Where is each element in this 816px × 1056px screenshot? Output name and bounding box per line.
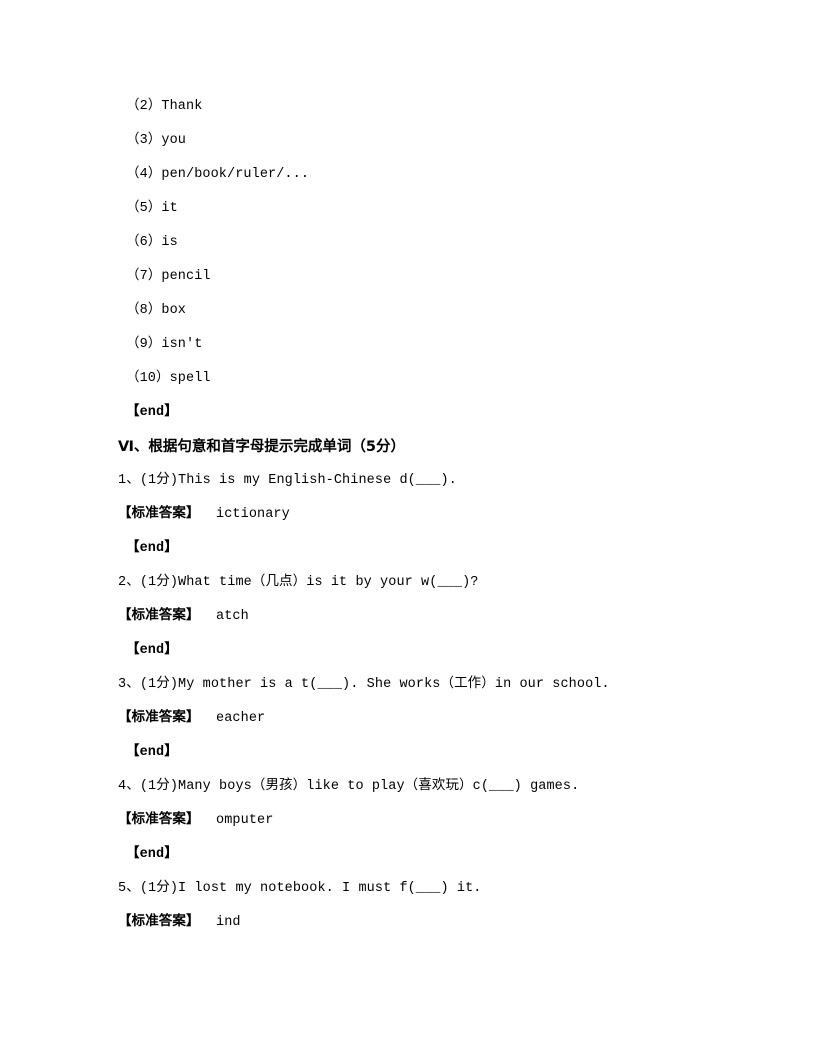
question-block: 4、(1分)Many boys（男孩）like to play（喜欢玩）c(__…	[118, 770, 708, 872]
standard-answer-value: ictionary	[216, 507, 290, 522]
standard-answer-label: 【标准答案】	[118, 915, 200, 930]
question-text: 4、(1分)Many boys（男孩）like to play（喜欢玩）c(__…	[118, 770, 708, 804]
end-marker: 【end】	[126, 745, 178, 760]
standard-answer: 【标准答案】 ictionary	[118, 498, 708, 532]
answer-item: （5）it	[126, 201, 178, 216]
answer-item: （7）pencil	[126, 269, 211, 284]
answer-item: （6）is	[126, 235, 178, 250]
end-marker: 【end】	[126, 405, 178, 420]
end-marker: 【end】	[126, 541, 178, 556]
question-number: 5、	[118, 881, 140, 896]
answer-item: （10）spell	[126, 371, 211, 386]
question-points: (1分)	[139, 779, 179, 794]
standard-answer: 【标准答案】 omputer	[118, 804, 708, 838]
standard-answer: 【标准答案】 eacher	[118, 702, 708, 736]
end-marker: 【end】	[126, 643, 178, 658]
question-points: (1分)	[139, 677, 179, 692]
section-heading: Ⅵ、根据句意和首字母提示完成单词（5分）	[118, 439, 406, 455]
standard-answer-value: eacher	[216, 711, 266, 726]
end-marker: 【end】	[126, 847, 178, 862]
question-text: 1、(1分)This is my English-Chinese d(___).	[118, 464, 708, 498]
question-number: 2、	[118, 575, 140, 590]
question-number: 1、	[118, 473, 140, 488]
question-points: (1分)	[139, 575, 179, 590]
question-body: Many boys（男孩）like to play（喜欢玩）c(___) gam…	[178, 779, 580, 794]
standard-answer-value: ind	[216, 915, 241, 930]
question-number: 4、	[118, 779, 140, 794]
question-points: (1分)	[139, 473, 179, 488]
question-text: 2、(1分)What time（几点）is it by your w(___)?	[118, 566, 708, 600]
standard-answer-value: omputer	[216, 813, 274, 828]
standard-answer-label: 【标准答案】	[118, 609, 200, 624]
standard-answer-label: 【标准答案】	[118, 507, 200, 522]
question-body: This is my English-Chinese d(___).	[178, 473, 457, 488]
standard-answer-value: atch	[216, 609, 249, 624]
answer-item: （2）Thank	[126, 99, 203, 114]
question-block: 2、(1分)What time（几点）is it by your w(___)?…	[118, 566, 708, 668]
question-block: 5、(1分)I lost my notebook. I must f(___) …	[118, 872, 708, 940]
question-body: I lost my notebook. I must f(___) it.	[178, 881, 482, 896]
answer-item: （4）pen/book/ruler/...	[126, 167, 310, 182]
answer-item: （9）isn't	[126, 337, 203, 352]
previous-section-answers: （2）Thank （3）you （4）pen/book/ruler/... （5…	[118, 90, 708, 430]
question-block: 3、(1分)My mother is a t(___). She works（工…	[118, 668, 708, 770]
answer-item: （8）box	[126, 303, 187, 318]
answer-item: （3）you	[126, 133, 187, 148]
question-block: 1、(1分)This is my English-Chinese d(___).…	[118, 464, 708, 566]
question-points: (1分)	[139, 881, 179, 896]
standard-answer: 【标准答案】 ind	[118, 906, 708, 940]
document-content: （2）Thank （3）you （4）pen/book/ruler/... （5…	[118, 90, 708, 940]
question-body: What time（几点）is it by your w(___)?	[178, 575, 479, 590]
question-number: 3、	[118, 677, 140, 692]
standard-answer-label: 【标准答案】	[118, 813, 200, 828]
document-page: （2）Thank （3）you （4）pen/book/ruler/... （5…	[0, 0, 816, 1056]
standard-answer: 【标准答案】 atch	[118, 600, 708, 634]
standard-answer-label: 【标准答案】	[118, 711, 200, 726]
question-text: 5、(1分)I lost my notebook. I must f(___) …	[118, 872, 708, 906]
question-text: 3、(1分)My mother is a t(___). She works（工…	[118, 668, 708, 702]
question-body: My mother is a t(___). She works（工作）in o…	[178, 677, 610, 692]
